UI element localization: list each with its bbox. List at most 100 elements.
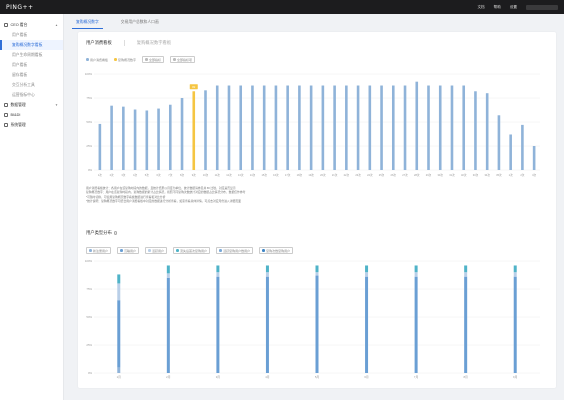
stack-segment [216, 265, 220, 273]
bar [462, 85, 466, 170]
x-tick-label: 4月 [265, 375, 270, 379]
sidebar-group-system[interactable]: 系统管理 [0, 120, 63, 130]
bar [427, 85, 430, 170]
stack-segment [464, 265, 468, 273]
legend-item[interactable]: 新注册用户 [86, 247, 112, 254]
sidebar-group-ceo[interactable]: CEO 看台 ▲ [0, 20, 63, 30]
stack-segment [166, 273, 170, 278]
sidebar-item-user-board-2[interactable]: 用户看板 [0, 60, 63, 70]
legend-dot [148, 249, 151, 252]
y-tick-label: 75% [86, 96, 92, 100]
x-tick-label: 24次 [367, 173, 373, 177]
sidebar-item-user-board[interactable]: 用户看板 [0, 30, 63, 40]
bar [309, 85, 313, 170]
x-tick-label: 1次 [98, 173, 102, 177]
bar [356, 85, 360, 170]
legend-label: 复购次数复购用户 [266, 248, 291, 253]
stack-segment [315, 275, 319, 373]
x-tick-label: 9月 [513, 375, 518, 379]
legend-label: 全部指标项 [177, 57, 193, 62]
bar [110, 105, 113, 170]
x-tick-label: 19次 [308, 173, 314, 177]
stack-segment [117, 300, 121, 368]
bar [497, 115, 501, 170]
x-tick-label: 14次 [250, 173, 256, 177]
bar [251, 85, 254, 170]
x-tick-label: 5次 [145, 173, 149, 177]
subtab-repurchase[interactable]: 复购概况数字看板 [137, 40, 171, 46]
legend-dot [173, 58, 176, 61]
bar [168, 104, 172, 170]
stack-segment [464, 276, 468, 373]
x-tick-label: 7月 [414, 375, 419, 379]
legend-dot [262, 249, 265, 252]
bar [145, 110, 149, 170]
x-tick-label: 11次 [215, 173, 221, 177]
x-tick-label: 32次 [461, 173, 467, 177]
x-tick-label: 3次 [121, 173, 125, 177]
x-tick-label: 28次 [414, 173, 420, 177]
sidebar-group-label: CEO 看台 [10, 22, 28, 27]
sidebar-item-analysis-tool[interactable]: 交互分析工具 [0, 80, 63, 90]
legend-item[interactable]: 流失后首次复购用户 [173, 247, 211, 254]
top-nav-settings[interactable]: 设置 [510, 5, 517, 10]
stack-segment [365, 272, 369, 277]
stack-segment [117, 283, 121, 301]
x-tick-label: 3次 [532, 173, 536, 177]
filter-chip[interactable]: 全部指标项 [170, 56, 196, 63]
y-tick-label: 100% [85, 72, 93, 76]
sidebar-item-metrics[interactable]: 运营指标中心 [0, 90, 63, 100]
filter-chip[interactable]: 全部指标 [142, 56, 165, 63]
legend-item[interactable]: 活跃复购用户数用户 [216, 247, 254, 254]
legend-item[interactable]: 用户消费看板 [86, 56, 108, 63]
y-tick-label: 25% [86, 343, 92, 347]
bar [98, 123, 102, 170]
x-tick-label: 6次 [157, 173, 161, 177]
user-menu[interactable] [526, 4, 558, 10]
sidebar-item-retention[interactable]: 留存看板 [0, 70, 63, 80]
legend-label: 用户消费看板 [90, 57, 109, 62]
x-tick-label: 27次 [402, 173, 408, 177]
stack-segment [216, 272, 220, 277]
legend-item[interactable]: 复购概况数字 [114, 56, 136, 63]
repurchase-bar-chart: 0% 25% 50% 75% 100% 1次 2次 3次 4次 5次 6次 7次 8次 82 9次 10次 11… [85, 72, 540, 177]
x-tick-label: 6月 [364, 375, 369, 379]
bar [286, 85, 289, 170]
sidebar-group-bi[interactable]: BI&DI [0, 110, 63, 120]
legend-item[interactable]: 活跃用户 [145, 247, 168, 254]
x-tick-label: 2次 [110, 173, 114, 177]
sidebar-group-data[interactable]: 数据管理 ▼ [0, 100, 63, 110]
legend-dot [114, 58, 117, 61]
sidebar: CEO 看台 ▲ 用户看板 复购概况数字看板 用户生命周期看板 用户看板 留存看… [0, 14, 64, 400]
stack-segment [414, 272, 418, 277]
tab-repurchase[interactable]: 复购概况数字 [72, 16, 103, 29]
x-tick-label: 10次 [203, 173, 209, 177]
x-tick-label: 5月 [315, 375, 320, 379]
sidebar-item-repurchase[interactable]: 复购概况数字看板 [0, 40, 63, 50]
legend-item[interactable]: 复购次数复购用户 [259, 247, 294, 254]
stack-segment [414, 276, 418, 373]
dashboard-icon [4, 23, 8, 27]
bar [345, 85, 348, 170]
stack-segment [166, 265, 170, 274]
legend-dot [89, 249, 92, 252]
x-tick-label: 30次 [437, 173, 443, 177]
tab-users[interactable]: 交易用户总数和人口画 [117, 16, 163, 29]
legend-dot [219, 249, 222, 252]
note-line: 复购概况数字：用户在该复购时段内，复购数据的累计占比情况，按照不同复购次数统计对… [86, 190, 246, 195]
legend-label: 活跃复购用户数用户 [223, 248, 251, 253]
legend-item[interactable]: 沉睡用户 [117, 247, 140, 254]
stack-segment [464, 272, 468, 277]
sidebar-item-lifecycle[interactable]: 用户生命周期看板 [0, 50, 63, 60]
section-title-text: 用户类型分布 [86, 230, 112, 235]
top-nav-help[interactable]: 帮助 [494, 5, 501, 10]
top-nav-docs[interactable]: 文档 [477, 5, 484, 10]
settings-icon [4, 123, 8, 127]
stack-segment [216, 276, 220, 373]
info-icon[interactable]: i [113, 231, 118, 235]
legend-label: 活跃用户 [152, 248, 165, 253]
bar [380, 85, 383, 170]
subtab-consumption[interactable]: 用户消费看板 [86, 40, 125, 46]
legend-dot [120, 249, 123, 252]
link-icon [4, 113, 8, 117]
